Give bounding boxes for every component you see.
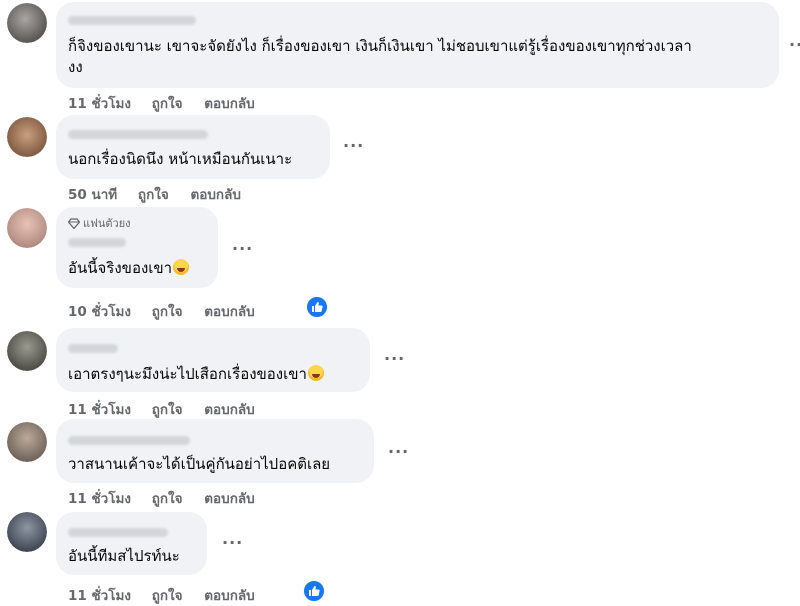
fan-badge-label: แฟนตัวยง xyxy=(83,217,131,230)
like-reaction-icon[interactable] xyxy=(305,295,329,319)
comment-bubble: อันนี้ทีมสไปรท์นะ xyxy=(56,512,207,575)
comment-text: อันนี้จริงของเขา xyxy=(68,258,208,279)
author-name[interactable] xyxy=(68,436,190,445)
comment-text-content: เอาตรงๆนะมึงน่ะไปเสือกเรื่องของเขา xyxy=(68,365,307,383)
timestamp[interactable]: 11 ชั่วโมง xyxy=(68,588,131,604)
comment-bubble: เอาตรงๆนะมึงน่ะไปเสือกเรื่องของเขา xyxy=(56,328,370,392)
reply-button[interactable]: ตอบกลับ xyxy=(190,187,240,203)
avatar[interactable] xyxy=(7,3,47,43)
comment-text-line-1: ก็จิงของเขานะ เขาจะจัดยังไง ก็เรื่องของเ… xyxy=(68,37,692,55)
reply-button[interactable]: ตอบกลับ xyxy=(204,402,254,418)
author-name[interactable] xyxy=(68,238,126,247)
reply-button[interactable]: ตอบกลับ xyxy=(204,96,254,112)
comment-actions: 10 ชั่วโมง ถูกใจ ตอบกลับ xyxy=(68,300,272,322)
timestamp[interactable]: 11 ชั่วโมง xyxy=(68,96,131,112)
more-options-icon[interactable]: ··· xyxy=(343,138,364,154)
timestamp[interactable]: 11 ชั่วโมง xyxy=(68,491,131,507)
comment-actions: 11 ชั่วโมง ถูกใจ ตอบกลับ xyxy=(68,584,272,606)
comment-actions: 11 ชั่วโมง ถูกใจ ตอบกลับ xyxy=(68,92,272,114)
like-button[interactable]: ถูกใจ xyxy=(138,187,169,203)
author-name[interactable] xyxy=(68,16,196,25)
more-options-icon[interactable]: ··· xyxy=(384,351,405,367)
diamond-icon xyxy=(67,218,81,230)
more-options-icon[interactable]: ··· xyxy=(232,241,253,257)
more-options-icon[interactable]: ··· xyxy=(789,37,800,53)
timestamp[interactable]: 10 ชั่วโมง xyxy=(68,304,131,320)
like-button[interactable]: ถูกใจ xyxy=(152,588,183,604)
like-reaction-icon[interactable] xyxy=(302,579,326,603)
reply-button[interactable]: ตอบกลับ xyxy=(204,588,254,604)
comment-text: วาสนานเค้าจะได้เป็นคู่กันอย่าไปอคติเลย xyxy=(68,455,331,473)
comment-bubble: นอกเรื่องนิดนึง หน้าเหมือนกันเนาะ xyxy=(56,115,330,179)
rolling-laugh-emoji xyxy=(173,259,190,275)
timestamp[interactable]: 50 นาที xyxy=(68,187,117,203)
like-button[interactable]: ถูกใจ xyxy=(152,491,183,507)
more-options-icon[interactable]: ··· xyxy=(388,444,409,460)
comment-text: นอกเรื่องนิดนึง หน้าเหมือนกันเนาะ xyxy=(68,150,293,168)
comment-actions: 11 ชั่วโมง ถูกใจ ตอบกลับ xyxy=(68,487,272,509)
reply-button[interactable]: ตอบกลับ xyxy=(204,491,254,507)
author-name[interactable] xyxy=(68,344,118,353)
avatar[interactable] xyxy=(7,208,47,248)
comment-actions: 50 นาที ถูกใจ ตอบกลับ xyxy=(68,183,258,205)
comment-text-content: อันนี้จริงของเขา xyxy=(68,259,173,277)
comment-text-line-2: งง xyxy=(68,58,83,76)
rolling-laugh-emoji xyxy=(307,365,324,381)
like-button[interactable]: ถูกใจ xyxy=(152,402,183,418)
like-button[interactable]: ถูกใจ xyxy=(152,304,183,320)
comment-text: ก็จิงของเขานะ เขาจะจัดยังไง ก็เรื่องของเ… xyxy=(68,36,769,78)
like-button[interactable]: ถูกใจ xyxy=(152,96,183,112)
author-name[interactable] xyxy=(68,528,168,537)
comment-bubble: ก็จิงของเขานะ เขาจะจัดยังไง ก็เรื่องของเ… xyxy=(56,2,779,88)
avatar[interactable] xyxy=(7,117,47,157)
reply-button[interactable]: ตอบกลับ xyxy=(204,304,254,320)
timestamp[interactable]: 11 ชั่วโมง xyxy=(68,402,131,418)
comment-actions: 11 ชั่วโมง ถูกใจ ตอบกลับ xyxy=(68,398,272,420)
comment-bubble: แฟนตัวยง อันนี้จริงของเขา xyxy=(56,207,218,288)
comment-text: เอาตรงๆนะมึงน่ะไปเสือกเรื่องของเขา xyxy=(68,364,360,385)
author-name[interactable] xyxy=(68,130,208,139)
top-fan-badge: แฟนตัวยง xyxy=(67,214,131,232)
comment-bubble: วาสนานเค้าจะได้เป็นคู่กันอย่าไปอคติเลย xyxy=(56,419,374,483)
avatar[interactable] xyxy=(7,331,47,371)
comment-text: อันนี้ทีมสไปรท์นะ xyxy=(68,547,180,565)
more-options-icon[interactable]: ··· xyxy=(222,535,243,551)
avatar[interactable] xyxy=(7,512,47,552)
avatar[interactable] xyxy=(7,422,47,462)
